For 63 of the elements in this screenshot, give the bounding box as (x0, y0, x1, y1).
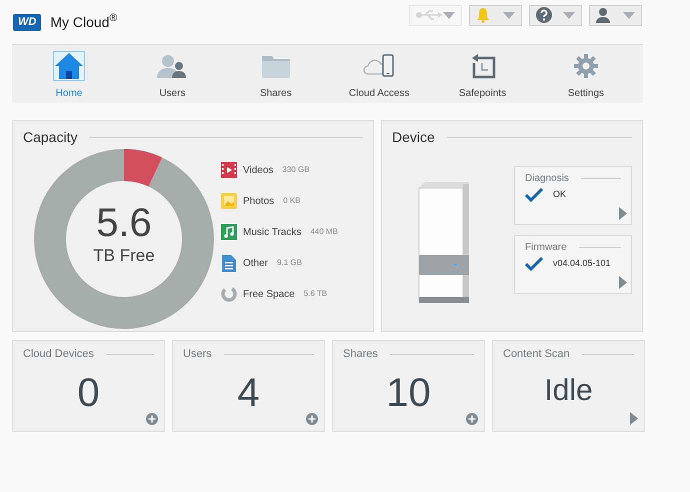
app-title: My Cloud$^{®}$ (50, 12, 118, 32)
bell-menu-button[interactable] (469, 4, 522, 26)
arrow-icon[interactable] (619, 276, 627, 289)
panel-title: Capacity (23, 128, 78, 147)
legend-amount: 440 MB (310, 226, 338, 238)
film-icon (221, 162, 237, 178)
image-icon (221, 193, 237, 209)
legend-label: Photos (243, 194, 274, 208)
logo: WD (13, 14, 42, 30)
nav-tab[interactable]: Cloud Access (334, 45, 424, 103)
legend-amount: 330 GB (282, 164, 310, 176)
nav-tab[interactable]: Users (127, 45, 218, 103)
arrow-icon[interactable] (630, 412, 638, 425)
legend-label: Other (243, 256, 268, 270)
caret-icon (503, 12, 515, 18)
safepoint-icon (470, 53, 496, 79)
legend-label: Music Tracks (243, 226, 302, 240)
folder-icon (262, 54, 290, 78)
caret-icon (563, 12, 575, 18)
legend-label: Videos (243, 164, 274, 178)
bell-icon (476, 7, 490, 23)
legend-amount: 9.1 GB (277, 257, 302, 269)
panel-title: Diagnosis (525, 172, 569, 186)
nav-tab[interactable]: Safepoints (438, 45, 528, 103)
add-icon[interactable] (306, 413, 318, 425)
help-icon (536, 7, 552, 23)
caret-icon (443, 12, 455, 18)
nav-tab[interactable]: Settings (540, 45, 631, 103)
document-icon (222, 254, 236, 272)
free-value: 5.6 (96, 203, 152, 244)
users-icon (157, 53, 188, 79)
panel-title: Device (392, 128, 435, 147)
panel-title: Cloud Devices (23, 347, 94, 362)
status-value: OK (553, 188, 566, 202)
checkmark-icon (525, 188, 543, 202)
summary-value: 10 (386, 370, 431, 416)
free-unit: TB Free (93, 245, 155, 268)
nav-tab[interactable]: Shares (230, 45, 321, 103)
help-menu-button[interactable] (529, 4, 582, 26)
user-menu-button[interactable] (589, 4, 642, 26)
legend-amount: 0 KB (283, 195, 300, 207)
settings-icon (574, 54, 598, 78)
caret-icon (623, 12, 635, 18)
checkmark-icon (525, 257, 543, 271)
panel-title: Shares (343, 347, 378, 362)
music-note-icon (221, 224, 237, 240)
panel-title: Content Scan (503, 347, 570, 362)
add-icon[interactable] (466, 413, 478, 425)
legend-amount: 5.6 TB (304, 288, 328, 300)
cloud-phone-icon (363, 54, 396, 78)
pie-icon (221, 286, 237, 302)
status-value: v04.04.05-101 (553, 257, 611, 270)
summary-value: Idle (544, 372, 593, 408)
summary-value: 0 (77, 370, 100, 416)
summary-value: 4 (237, 370, 260, 416)
arrow-icon[interactable] (619, 207, 627, 220)
legend-label: Free Space (243, 288, 295, 302)
add-icon[interactable] (146, 413, 158, 425)
home-icon (54, 52, 84, 80)
usb-icon (416, 9, 442, 21)
panel-title: Firmware (525, 241, 567, 255)
panel-title: Users (183, 347, 212, 362)
user-icon (596, 7, 610, 23)
